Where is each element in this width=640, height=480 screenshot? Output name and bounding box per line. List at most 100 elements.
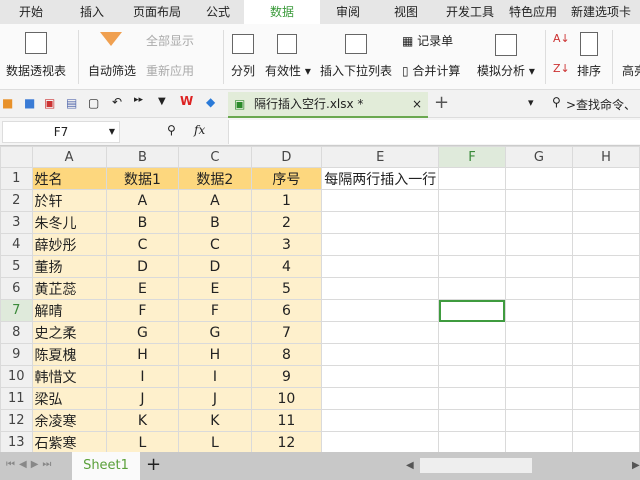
cell[interactable] bbox=[438, 431, 506, 452]
save-icon[interactable]: ■ bbox=[24, 96, 35, 110]
sort-desc-icon[interactable]: Z↓ bbox=[553, 62, 570, 75]
row-header[interactable]: 4 bbox=[0, 233, 33, 256]
validity-button[interactable]: 有效性 ▾ bbox=[265, 62, 311, 79]
cell[interactable]: 每隔两行插入一行 bbox=[321, 167, 440, 190]
cell[interactable] bbox=[321, 431, 440, 452]
menu-tab-3[interactable]: 公式 bbox=[192, 0, 244, 24]
more-icon[interactable]: ▸▸ bbox=[134, 95, 143, 105]
new-tab-icon[interactable]: + bbox=[434, 92, 449, 113]
cell[interactable]: A bbox=[178, 189, 252, 212]
print-preview-icon[interactable]: ▢ bbox=[88, 96, 99, 110]
cell[interactable]: 3 bbox=[250, 233, 323, 256]
cell[interactable]: D bbox=[105, 255, 180, 278]
cell[interactable] bbox=[438, 167, 506, 190]
menu-tab-6[interactable]: 视图 bbox=[376, 0, 436, 24]
highlight-button[interactable]: 高亮 bbox=[622, 62, 640, 79]
add-sheet-icon[interactable]: + bbox=[146, 454, 161, 475]
cell[interactable] bbox=[438, 255, 506, 278]
cell[interactable] bbox=[438, 409, 506, 432]
cell[interactable] bbox=[571, 233, 640, 256]
menu-tab-4[interactable]: 数据 bbox=[244, 0, 320, 24]
cell[interactable]: E bbox=[105, 277, 180, 300]
sheet-nav-icons[interactable]: ⏮◀▶⏭ bbox=[6, 459, 55, 470]
cell[interactable] bbox=[438, 277, 506, 300]
sort-asc-icon[interactable]: A↓ bbox=[553, 32, 570, 45]
cell[interactable] bbox=[504, 365, 573, 388]
cell[interactable]: 6 bbox=[250, 299, 323, 322]
cell[interactable] bbox=[321, 299, 440, 322]
cell[interactable] bbox=[438, 189, 506, 212]
column-header[interactable]: E bbox=[321, 146, 440, 168]
sort-button[interactable]: 排序 bbox=[577, 62, 601, 79]
cell[interactable]: 余凌寒 bbox=[31, 409, 107, 432]
cell[interactable]: L bbox=[105, 431, 180, 452]
cell[interactable]: 12 bbox=[250, 431, 323, 452]
cell[interactable] bbox=[321, 343, 440, 366]
open-icon[interactable]: ■ bbox=[2, 96, 13, 110]
cell[interactable] bbox=[504, 211, 573, 234]
row-header[interactable]: 1 bbox=[0, 167, 33, 190]
scroll-right-icon[interactable]: ▶ bbox=[632, 460, 640, 471]
cell[interactable] bbox=[571, 299, 640, 322]
select-all-corner[interactable] bbox=[0, 146, 33, 168]
cell[interactable]: F bbox=[178, 299, 252, 322]
row-header[interactable]: 3 bbox=[0, 211, 33, 234]
column-header[interactable]: D bbox=[250, 146, 323, 168]
cell[interactable] bbox=[438, 299, 506, 322]
show-all-button[interactable]: 全部显示 bbox=[146, 32, 194, 49]
cell[interactable] bbox=[438, 387, 506, 410]
reapply-button[interactable]: 重新应用 bbox=[146, 62, 194, 79]
cell[interactable] bbox=[321, 365, 440, 388]
row-header[interactable]: 12 bbox=[0, 409, 33, 432]
cell[interactable]: C bbox=[105, 233, 180, 256]
cell[interactable] bbox=[571, 409, 640, 432]
cell[interactable] bbox=[571, 431, 640, 452]
column-header[interactable]: H bbox=[571, 146, 640, 168]
dropdown-icon[interactable]: ▼ bbox=[158, 96, 166, 107]
row-header[interactable]: 7 bbox=[0, 299, 33, 322]
row-header[interactable]: 2 bbox=[0, 189, 33, 212]
cell[interactable] bbox=[504, 189, 573, 212]
cell[interactable] bbox=[571, 277, 640, 300]
cell[interactable] bbox=[321, 233, 440, 256]
cell[interactable]: E bbox=[178, 277, 252, 300]
cell[interactable]: 朱冬儿 bbox=[31, 211, 107, 234]
row-header[interactable]: 8 bbox=[0, 321, 33, 344]
split-button[interactable]: 分列 bbox=[231, 62, 255, 79]
close-tab-icon[interactable]: × bbox=[412, 92, 422, 116]
file-tab[interactable]: ▣ 隔行插入空行.xlsx * × bbox=[228, 92, 428, 118]
menu-tab-2[interactable]: 页面布局 bbox=[122, 0, 192, 24]
column-header[interactable]: G bbox=[504, 146, 573, 168]
horizontal-scrollbar[interactable] bbox=[420, 458, 532, 473]
cell[interactable]: 5 bbox=[250, 277, 323, 300]
cell[interactable]: 10 bbox=[250, 387, 323, 410]
menu-tab-1[interactable]: 插入 bbox=[62, 0, 122, 24]
cell[interactable] bbox=[438, 321, 506, 344]
cell[interactable]: 数据1 bbox=[105, 167, 180, 190]
cell[interactable]: 4 bbox=[250, 255, 323, 278]
cell[interactable]: K bbox=[178, 409, 252, 432]
cell[interactable] bbox=[571, 167, 640, 190]
cell[interactable] bbox=[438, 343, 506, 366]
cell[interactable]: 1 bbox=[250, 189, 323, 212]
cell[interactable] bbox=[321, 189, 440, 212]
name-box[interactable]: F7 ▼ bbox=[2, 121, 120, 143]
autofilter-button[interactable]: 自动筛选 bbox=[88, 62, 136, 79]
cell[interactable]: J bbox=[178, 387, 252, 410]
pivot-button[interactable]: 数据透视表 bbox=[6, 62, 66, 79]
cell[interactable] bbox=[321, 409, 440, 432]
cell[interactable]: A bbox=[105, 189, 180, 212]
cell[interactable]: 2 bbox=[250, 211, 323, 234]
column-header[interactable]: F bbox=[438, 146, 506, 168]
cell[interactable] bbox=[504, 387, 573, 410]
cell[interactable]: 姓名 bbox=[31, 167, 107, 190]
cell[interactable] bbox=[504, 431, 573, 452]
cell[interactable]: 8 bbox=[250, 343, 323, 366]
row-header[interactable]: 10 bbox=[0, 365, 33, 388]
cell[interactable]: H bbox=[178, 343, 252, 366]
cell[interactable]: 黄芷蕊 bbox=[31, 277, 107, 300]
cell[interactable] bbox=[321, 211, 440, 234]
scroll-left-icon[interactable]: ◀ bbox=[406, 460, 414, 471]
column-header[interactable]: A bbox=[31, 146, 107, 168]
row-header[interactable]: 9 bbox=[0, 343, 33, 366]
